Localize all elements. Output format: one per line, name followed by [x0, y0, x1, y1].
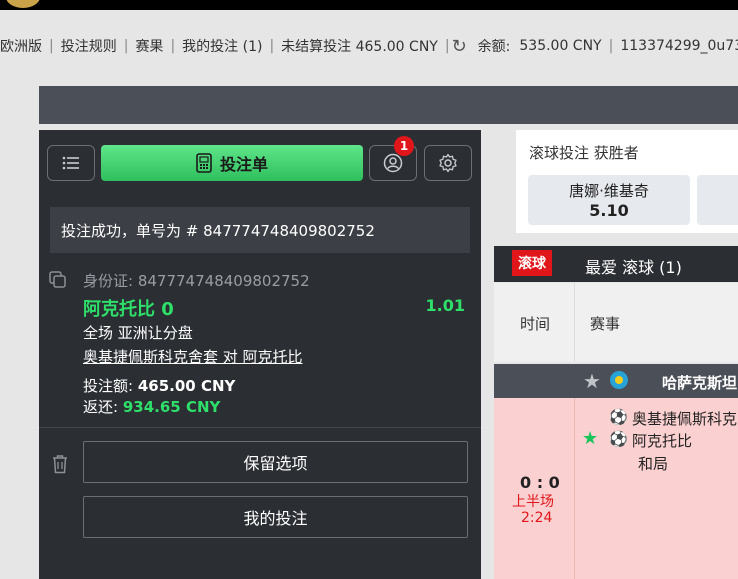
return-label: 返还: — [83, 398, 119, 416]
league-row[interactable]: ★ 哈萨克斯坦 — [494, 364, 738, 398]
site-logo[interactable] — [6, 0, 40, 8]
kazakhstan-flag-icon — [610, 371, 628, 389]
bet-selection: 阿克托比 0 — [83, 299, 174, 320]
notification-badge: 1 — [394, 136, 414, 156]
nav-results[interactable]: 赛果 — [128, 36, 170, 56]
keep-selections-button[interactable]: 保留选项 — [83, 441, 468, 483]
list-icon — [62, 156, 79, 170]
trash-icon[interactable] — [51, 454, 69, 474]
live-section-header: 滚球 最爱 滚球 (1) — [494, 246, 738, 282]
copy-icon[interactable] — [49, 271, 67, 289]
bet-id-value: 847774748409802752 — [137, 272, 310, 290]
home-team: 奥基捷佩斯科克 — [632, 410, 738, 428]
bet-odds: 1.01 — [425, 296, 465, 315]
column-time: 时间 — [520, 315, 551, 333]
stake-value: 465.00 CNY — [137, 377, 236, 395]
bet-market: 全场 亚洲让分盘 — [83, 324, 193, 342]
betslip-title: 投注单 — [219, 155, 268, 174]
winner-selection-button[interactable]: 唐娜·维基奇 5.10 — [528, 175, 690, 225]
top-header-strip — [0, 0, 738, 10]
match-period: 上半场 — [512, 494, 554, 510]
match-score: 0 : 0 — [520, 473, 560, 492]
balance-value: 535.00 CNY — [519, 38, 602, 54]
betslip-panel: 投注单 1 投注成功，单号为 # 847774748409802752 身份证:… — [39, 130, 481, 579]
return-value: 934.65 CNY — [122, 398, 221, 416]
star-icon[interactable]: ★ — [583, 369, 601, 393]
live-tag: 滚球 — [512, 250, 552, 276]
table-column-header: 时间 赛事 — [494, 283, 738, 362]
column-event: 赛事 — [590, 315, 621, 333]
bet-id-line: 身份证: 847774748409802752 — [83, 270, 310, 291]
stake-line: 投注额: 465.00 CNY — [83, 375, 235, 396]
my-bets-button[interactable]: 我的投注 — [83, 496, 468, 538]
live-favourites-title[interactable]: 最爱 滚球 (1) — [585, 254, 682, 278]
live-winner-card: 滚球投注 获胜者 唐娜·维基奇 5.10 — [516, 130, 738, 233]
panel-divider — [39, 427, 481, 428]
user-icon — [383, 153, 403, 173]
column-divider — [574, 398, 575, 579]
card-title: 滚球投注 获胜者 — [529, 144, 639, 162]
section-header-bar — [39, 86, 738, 124]
top-nav: 欧洲版 | 投注规则 | 赛果 | 我的投注 (1) | 未结算投注 465.0… — [0, 31, 738, 61]
favourite-star-icon[interactable]: ★ — [582, 428, 598, 449]
gear-icon — [439, 153, 457, 173]
nav-european-version[interactable]: 欧洲版 — [0, 36, 49, 56]
username[interactable]: 113374299_0u73 — [613, 38, 738, 54]
list-view-button[interactable] — [47, 145, 95, 181]
soccer-ball-icon: ⚽ — [609, 430, 628, 448]
refresh-icon[interactable]: ↻ — [450, 36, 471, 57]
nav-unsettled-bets[interactable]: 未结算投注 465.00 CNY — [274, 36, 445, 56]
soccer-ball-icon: ⚽ — [609, 408, 628, 426]
nav-my-bets[interactable]: 我的投注 (1) — [175, 36, 269, 56]
betslip-button[interactable]: 投注单 — [101, 145, 363, 181]
match-clock: 2:24 — [521, 510, 553, 526]
winner-selection-name: 唐娜·维基奇 — [569, 182, 649, 200]
event-row[interactable]: 0 : 0 上半场 2:24 ★ ⚽ 奥基捷佩斯科克 ⚽ 阿克托比 和局 — [494, 398, 738, 579]
return-line: 返还: 934.65 CNY — [83, 396, 220, 417]
balance-label: 余额: — [477, 39, 511, 55]
away-team: 阿克托比 — [632, 432, 693, 450]
bet-id-label: 身份证: — [83, 272, 134, 290]
column-divider — [574, 283, 575, 362]
stake-label: 投注额: — [83, 377, 134, 395]
bet-success-message: 投注成功，单号为 # 847774748409802752 — [50, 207, 470, 253]
league-name: 哈萨克斯坦 — [662, 374, 738, 392]
winner-selection-button-2[interactable] — [697, 175, 738, 225]
winner-selection-odds: 5.10 — [589, 201, 629, 220]
nav-betting-rules[interactable]: 投注规则 — [54, 36, 124, 56]
settings-button[interactable] — [424, 145, 472, 181]
bet-match-link[interactable]: 奥基捷佩斯科克舍套 对 阿克托比 — [83, 346, 303, 367]
draw-label: 和局 — [638, 455, 669, 473]
betslip-icon — [196, 153, 212, 173]
